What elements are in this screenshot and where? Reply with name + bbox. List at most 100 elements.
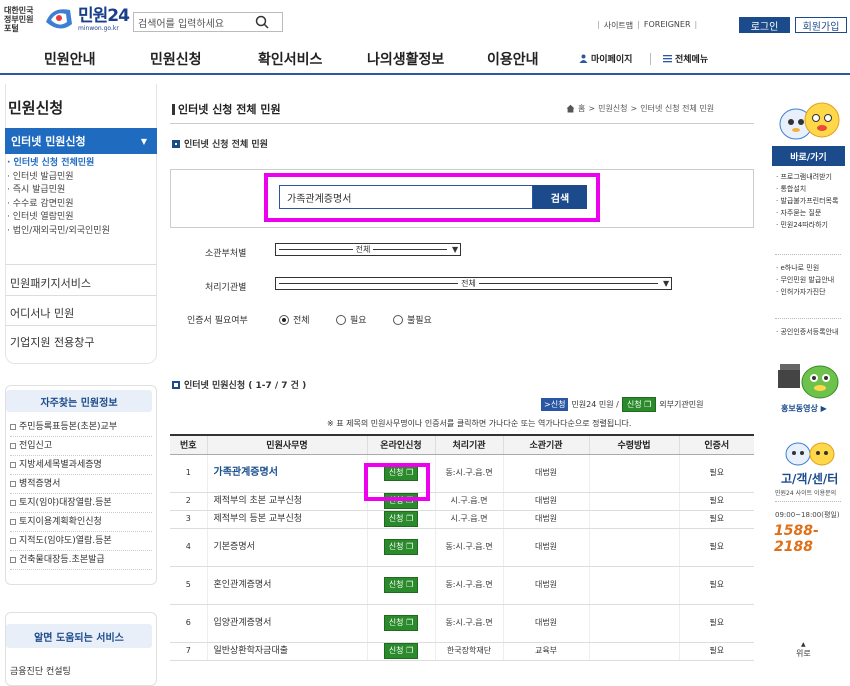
cs-mascot-icon: [785, 442, 835, 466]
radio-cert-all[interactable]: 전체: [279, 313, 310, 326]
nav-item-usage[interactable]: 이용안내: [487, 49, 539, 69]
apply-button[interactable]: 신청 ❐: [383, 643, 419, 659]
nav-item-apply[interactable]: 민원신청: [150, 49, 202, 69]
radio-selected-icon: [279, 314, 289, 325]
square-bullet-icon: [10, 462, 16, 468]
quick-item[interactable]: · 민원24따라하기: [776, 219, 838, 231]
civil-name-link[interactable]: 제적부의 등본 교부신청: [206, 510, 367, 529]
favorite-item[interactable]: 토지(임야)대장열람.등본: [10, 494, 152, 513]
civil-name-link[interactable]: 제적부의 초본 교부신청: [206, 492, 367, 511]
gov-label: 대한민국 정부민원포털: [4, 5, 34, 33]
breadcrumb-apply[interactable]: 민원신청: [598, 103, 627, 114]
side-nav-item-package[interactable]: 민원패키지서비스: [10, 275, 91, 291]
quick-item[interactable]: · 자주묻는 질문: [776, 207, 838, 219]
radio-cert-not-required[interactable]: 불필요: [393, 313, 432, 326]
favorite-item[interactable]: 전입신고: [10, 437, 152, 456]
login-button[interactable]: 로그인: [739, 17, 790, 33]
civil-name-link[interactable]: 혼인관계증명서: [206, 566, 367, 605]
chevron-down-icon: ▼: [140, 136, 147, 146]
help-item-finance[interactable]: 금융진단 컨설팅: [10, 664, 71, 677]
favorite-item[interactable]: 주민등록표등본(초본)교부: [10, 418, 152, 437]
org-filter-select[interactable]: 전체 ▼: [275, 277, 672, 290]
search-icon[interactable]: [254, 14, 270, 30]
radio-cert-required[interactable]: 필요: [336, 313, 367, 326]
customer-center-title: 고/객/센/터: [781, 472, 839, 486]
nav-item-lifeinfo[interactable]: 나의생활정보: [367, 49, 444, 69]
submenu-item-all[interactable]: · 인터넷 신청 전체민원: [7, 157, 157, 171]
quick-item[interactable]: · 인허가자가진단: [776, 286, 834, 298]
dept-filter-label: 소관부처별: [205, 249, 247, 259]
submenu-item-issue[interactable]: · 인터넷 발급민원: [7, 171, 157, 185]
promo-video-icon[interactable]: [776, 358, 844, 400]
submenu-item-view[interactable]: · 인터넷 열람민원: [7, 211, 157, 225]
dept-filter-select[interactable]: 전체 ▼: [275, 243, 461, 256]
radio-icon: [393, 314, 403, 325]
table-row: 7 일반상환학자금대출 신청 ❐ 한국장학재단 교육부 필요: [170, 642, 754, 661]
apply-button[interactable]: 신청 ❐: [383, 539, 419, 555]
square-bullet-icon: [10, 538, 16, 544]
civil-name-link[interactable]: 입양관계증명서: [206, 604, 367, 643]
mypage-link[interactable]: 마이페이지: [579, 52, 632, 65]
favorite-item[interactable]: 병적증명서: [10, 475, 152, 494]
site-logo[interactable]: 대한민국 정부민원포털 민원24 minwon.go.kr: [4, 3, 130, 35]
chevron-down-icon: ▼: [662, 279, 670, 288]
submenu-item-fee[interactable]: · 수수료 감면민원: [7, 198, 157, 212]
apply-button[interactable]: 신청 ❐: [383, 577, 419, 593]
quick-item[interactable]: · 통합설치: [776, 183, 838, 195]
table-row: 3 제적부의 등본 교부신청 신청 ❐ 시.구.읍.면 대법원 필요: [170, 510, 754, 529]
table-row: 2 제적부의 초본 교부신청 신청 ❐ 시.구.읍.면 대법원 필요: [170, 492, 754, 511]
join-button[interactable]: 회원가입: [795, 17, 847, 33]
favorite-item[interactable]: 건축물대장등.초본발급: [10, 551, 152, 570]
favorite-item[interactable]: 지방세세목별과세증명: [10, 456, 152, 475]
apply-button[interactable]: 신청 ❐: [383, 615, 419, 631]
home-icon: [566, 104, 575, 113]
legend-external-tag: 신청 ❐: [621, 397, 657, 412]
table-row: 5 혼인관계증명서 신청 ❐ 동:시.구.읍.면 대법원 필요: [170, 566, 754, 605]
top-links: | 사이트맵 | FOREIGNER |: [597, 20, 698, 31]
org-filter-label: 처리기관별: [205, 283, 247, 293]
square-bullet-icon: [10, 557, 16, 563]
submenu-item-instant[interactable]: · 즉시 발급민원: [7, 184, 157, 198]
quick-item[interactable]: · 공인인증서등록안내: [776, 326, 838, 338]
col-receive: 수령방법: [588, 434, 679, 455]
brand-name: 민원24: [78, 5, 130, 26]
apply-button[interactable]: 신청 ❐: [383, 511, 419, 527]
divider: [775, 318, 841, 319]
civil-name-link[interactable]: 일반상환학자금대출: [206, 642, 367, 661]
side-nav-item-business[interactable]: 기업지원 전용창구: [10, 334, 94, 350]
side-nav-title: 민원신청: [8, 99, 64, 117]
sitemap-link[interactable]: 사이트맵: [604, 20, 633, 31]
table-row: 1 가족관계증명서 신청 ❐ 동:시.구.읍.면 대법원 필요: [170, 454, 754, 493]
nav-item-guide[interactable]: 민원안내: [44, 49, 96, 69]
side-nav-item-anywhere[interactable]: 어디서나 민원: [10, 305, 74, 321]
breadcrumb: 홈 > 민원신청 > 인터넷 신청 전체 민원: [566, 103, 714, 114]
global-search-input[interactable]: 검색어를 입력하세요: [133, 12, 283, 32]
square-bullet-icon: [10, 481, 16, 487]
civil-name-link[interactable]: 가족관계증명서: [206, 454, 367, 493]
table-row: 6 입양관계증명서 신청 ❐ 동:시.구.읍.면 대법원 필요: [170, 604, 754, 643]
all-menu-link[interactable]: 전체메뉴: [663, 52, 708, 65]
promo-video-link[interactable]: 홍보동영상 ▶: [781, 403, 827, 414]
favorite-item[interactable]: 토지이용계획확인신청: [10, 513, 152, 532]
favorite-item[interactable]: 지적도(임야도)열람.등본: [10, 532, 152, 551]
foreigner-link[interactable]: FOREIGNER: [644, 20, 691, 31]
quick-item[interactable]: · 프로그램내려받기: [776, 171, 838, 183]
nav-item-verify[interactable]: 확인서비스: [258, 49, 322, 69]
side-nav-active-label: 인터넷 민원신청: [11, 135, 86, 148]
side-nav-item-internet-apply[interactable]: 인터넷 민원신청 ▼: [5, 128, 157, 154]
help-title: 알면 도움되는 서비스: [6, 624, 152, 648]
quick-item[interactable]: · e하나로 민원: [776, 262, 834, 274]
quick-item[interactable]: · 발급불가프린터목록: [776, 195, 838, 207]
breadcrumb-home[interactable]: 홈: [578, 103, 585, 114]
col-org: 처리기관: [434, 434, 503, 455]
civil-name-link[interactable]: 기본증명서: [206, 528, 367, 567]
submenu-item-corp[interactable]: · 법인/재외국민/외국인민원: [7, 225, 157, 239]
col-cert[interactable]: 인증서: [678, 434, 754, 455]
title-bar-icon: [172, 103, 175, 115]
col-name[interactable]: 민원사무명: [206, 434, 367, 455]
section-title: 인터넷 신청 전체 민원: [172, 137, 268, 150]
scroll-top-button[interactable]: ▲ 위로: [796, 640, 811, 658]
quick-item[interactable]: · 무인민원 발급안내: [776, 274, 834, 286]
section-bullet-icon: [172, 139, 180, 148]
quick-list-2: · e하나로 민원 · 무인민원 발급안내 · 인허가자가진단: [776, 262, 834, 298]
